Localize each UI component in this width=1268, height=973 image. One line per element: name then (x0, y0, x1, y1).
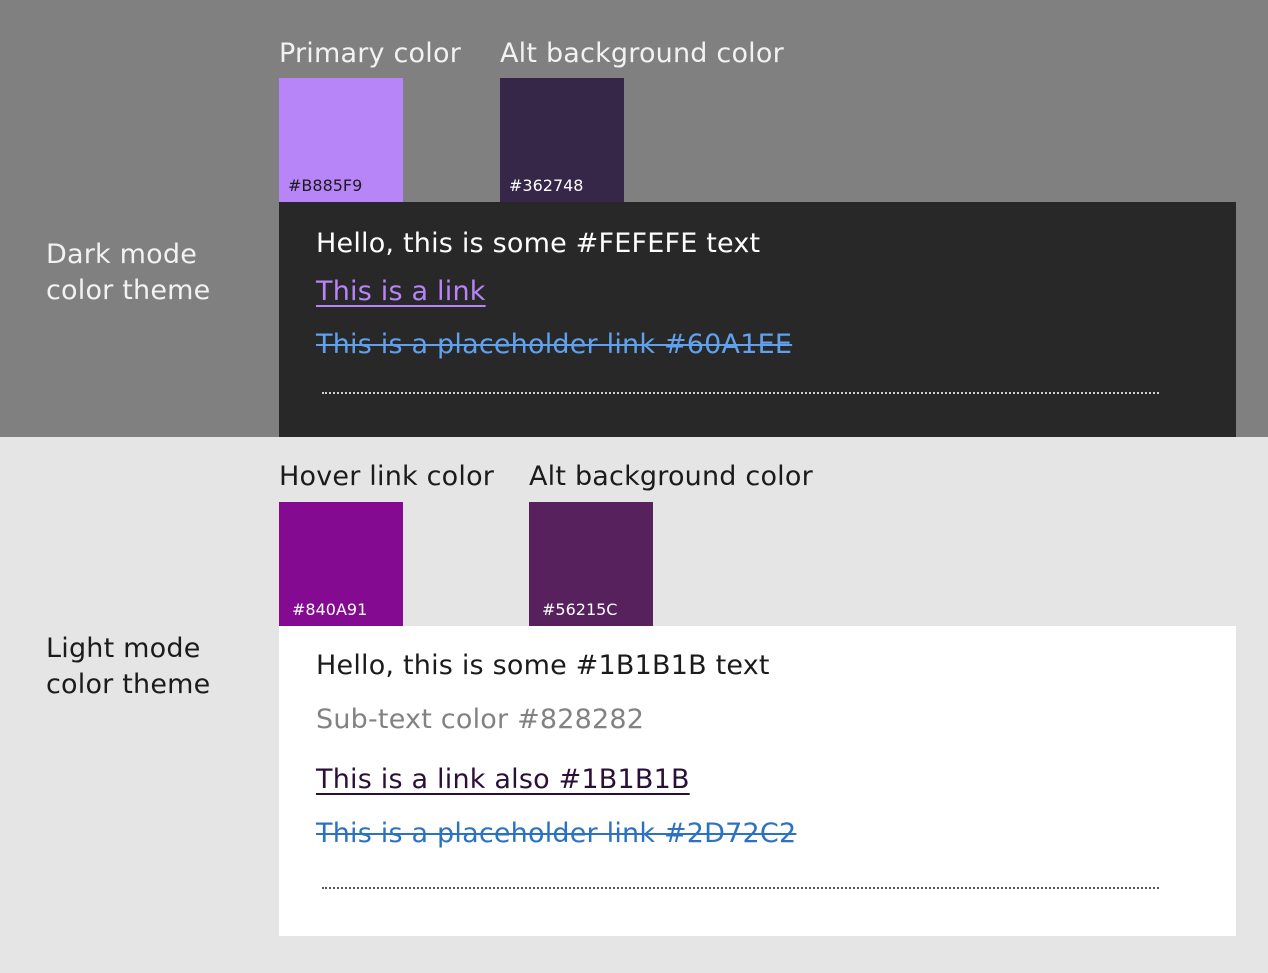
dark-mode-preview-panel: Hello, this is some #FEFEFE text This is… (279, 202, 1236, 437)
light-mode-label: Light mode color theme (46, 631, 211, 703)
dark-sample-link[interactable]: This is a link (316, 276, 486, 308)
dark-dotted-divider (322, 392, 1159, 394)
hover-link-color-swatch: #840A91 (279, 502, 403, 626)
light-alt-background-hex: #56215C (542, 600, 618, 619)
light-alt-background-title: Alt background color (529, 461, 813, 492)
hover-link-color-hex: #840A91 (292, 600, 368, 619)
dark-sample-text: Hello, this is some #FEFEFE text (316, 228, 761, 259)
dark-alt-background-hex: #362748 (509, 176, 584, 195)
hover-link-color-title: Hover link color (279, 461, 495, 492)
light-sample-text: Hello, this is some #1B1B1B text (316, 650, 770, 681)
light-dotted-divider (322, 887, 1159, 889)
dark-mode-label-line-2: color theme (46, 275, 211, 306)
light-alt-background-swatch: #56215C (529, 502, 653, 626)
primary-color-hex: #B885F9 (288, 176, 363, 195)
dark-mode-label: Dark mode color theme (46, 237, 211, 309)
light-placeholder-link[interactable]: This is a placeholder link #2D72C2 (316, 818, 796, 850)
light-mode-label-line-2: color theme (46, 669, 211, 700)
dark-alt-background-title: Alt background color (500, 38, 784, 69)
dark-mode-label-line-1: Dark mode (46, 239, 198, 270)
dark-placeholder-link[interactable]: This is a placeholder link #60A1EE (316, 329, 792, 361)
light-sample-link[interactable]: This is a link also #1B1B1B (316, 764, 690, 796)
light-subtext: Sub-text color #828282 (316, 704, 645, 735)
light-mode-label-line-1: Light mode (46, 633, 201, 664)
primary-color-swatch: #B885F9 (279, 78, 403, 202)
primary-color-title: Primary color (279, 38, 462, 69)
light-mode-preview-panel: Hello, this is some #1B1B1B text Sub-tex… (279, 626, 1236, 936)
dark-alt-background-swatch: #362748 (500, 78, 624, 202)
